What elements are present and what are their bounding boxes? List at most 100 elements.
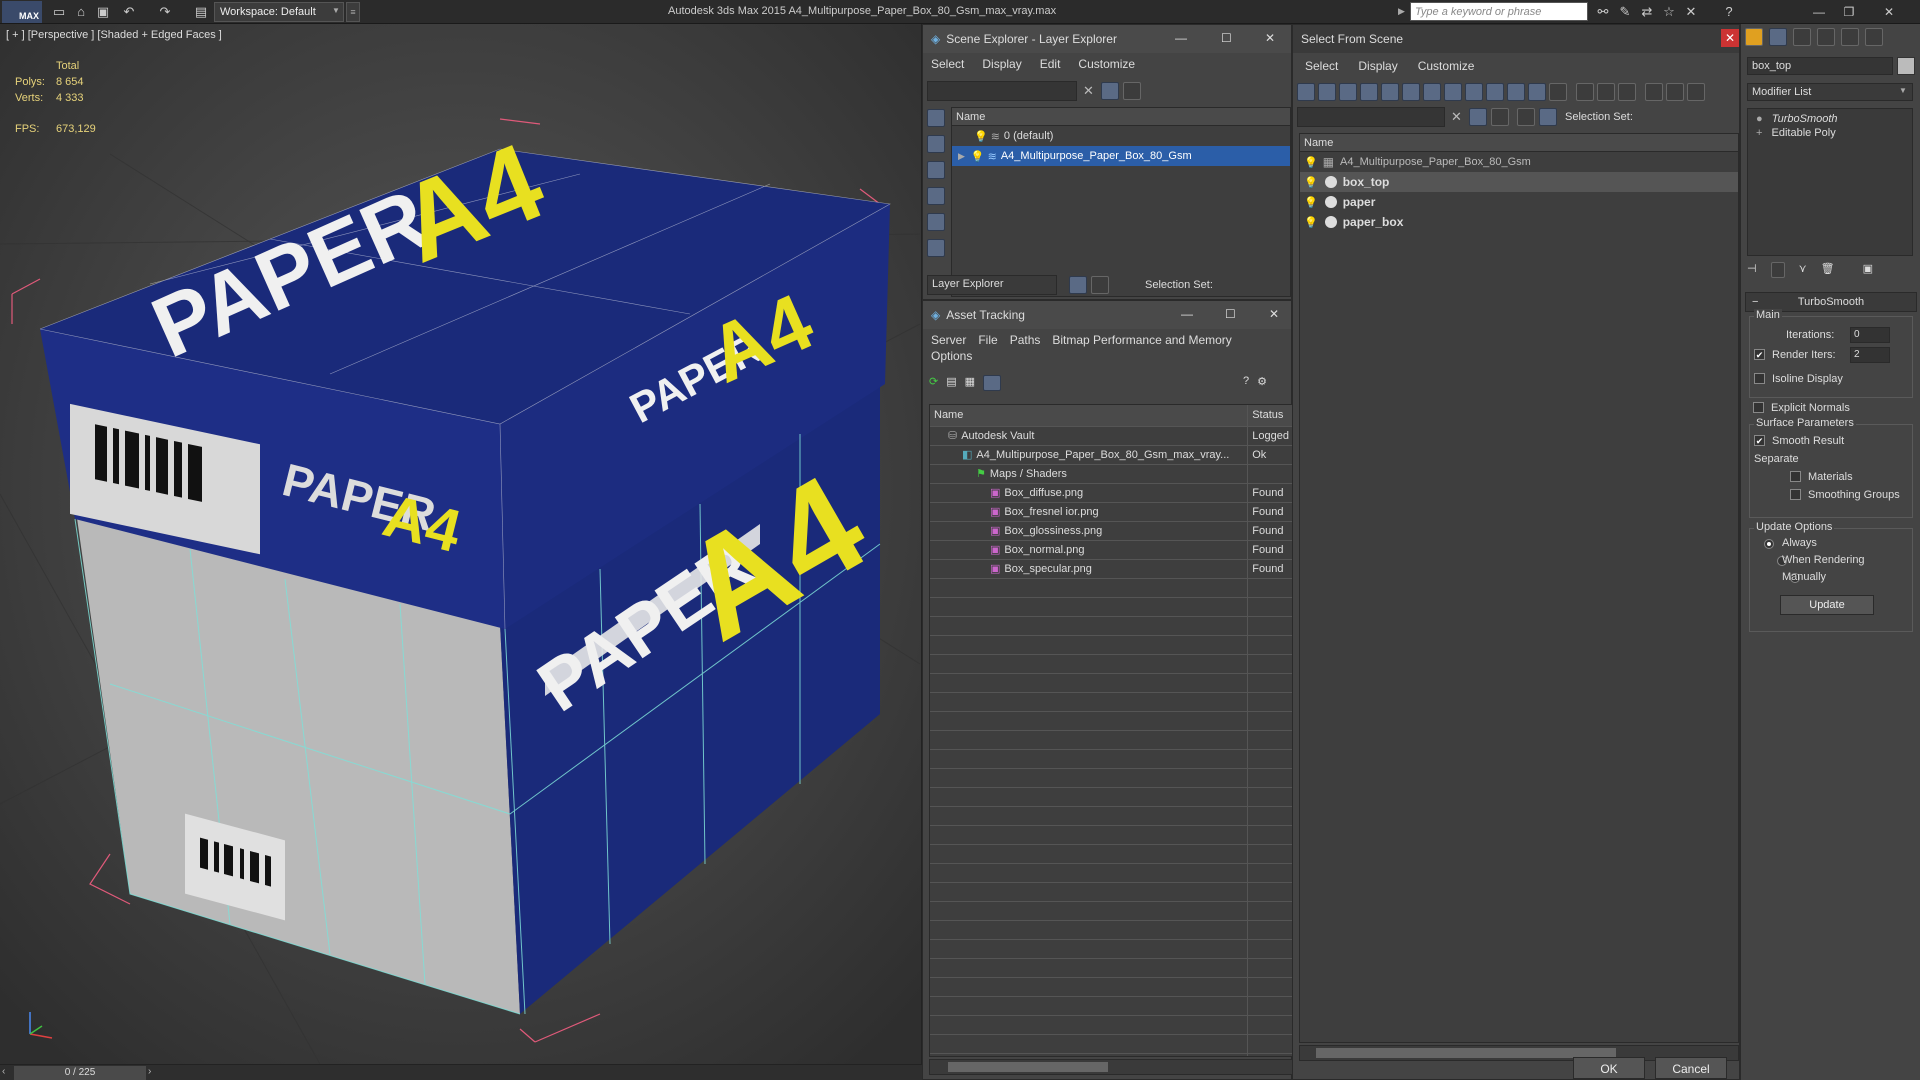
pin-stack-icon[interactable]: ⊣ (1747, 262, 1757, 278)
menu-select[interactable]: Select (931, 57, 964, 71)
display-shapes-icon[interactable] (1318, 83, 1336, 101)
scrollbar-thumb[interactable] (1316, 1048, 1616, 1058)
display-spacewarps-icon[interactable] (1402, 83, 1420, 101)
next-frame-icon[interactable]: › (148, 1066, 151, 1077)
asset-row[interactable]: ◧ A4_Multipurpose_Paper_Box_80_Gsm_max_vr… (930, 446, 1292, 465)
select-none-icon[interactable] (1597, 83, 1615, 101)
asset-row[interactable]: ▣ Box_glossiness.png Found (930, 522, 1292, 541)
scene-explorer-titlebar[interactable]: ◈ Scene Explorer - Layer Explorer — ☐ ✕ (923, 25, 1291, 53)
object-name-input[interactable]: box_top (1747, 57, 1893, 75)
isoline-display-checkbox[interactable] (1754, 373, 1765, 384)
make-unique-icon[interactable]: ⋎ (1799, 262, 1807, 278)
create-tab-icon[interactable] (1745, 28, 1763, 46)
explicit-normals-checkbox[interactable] (1753, 402, 1764, 413)
favorites-icon[interactable]: ☆ (1660, 3, 1678, 21)
maximize-icon[interactable]: ☐ (1221, 31, 1232, 45)
collapse-icon[interactable] (1687, 83, 1705, 101)
minimize-icon[interactable]: — (1175, 31, 1187, 45)
ok-button[interactable]: OK (1573, 1057, 1645, 1079)
thumbnail-view-icon[interactable]: ▦ (965, 375, 975, 391)
menu-bitmap-performance[interactable]: Bitmap Performance and Memory (1052, 333, 1231, 347)
display-tab-icon[interactable] (1841, 28, 1859, 46)
display-frozen-icon[interactable] (1507, 83, 1525, 101)
hierarchy-tab-icon[interactable] (1793, 28, 1811, 46)
filter-icon[interactable] (1101, 82, 1119, 100)
smoothing-groups-checkbox[interactable] (1790, 489, 1801, 500)
select-from-scene-titlebar[interactable]: Select From Scene ✕ (1293, 25, 1739, 53)
search-input[interactable]: Type a keyword or phrase (1410, 2, 1588, 21)
layer-row-default[interactable]: 💡 ≋ 0 (default) (952, 126, 1290, 146)
minimize-icon[interactable]: — (1808, 3, 1830, 21)
display-lights-icon[interactable] (1339, 83, 1357, 101)
object-row-group[interactable]: 💡 ▦ A4_Multipurpose_Paper_Box_80_Gsm (1300, 152, 1738, 172)
lightbulb-icon[interactable]: 💡 (1304, 176, 1318, 189)
show-end-result-icon[interactable] (1770, 262, 1785, 278)
minimize-icon[interactable]: — (1181, 307, 1193, 321)
expand-arrow-icon[interactable]: ▶ (958, 151, 965, 162)
display-groups-icon[interactable] (1423, 83, 1441, 101)
always-radio[interactable] (1764, 539, 1774, 549)
viewport-perspective[interactable]: PAPER A4 PAPER A4 PAPER A4 PAPER A4 [ + … (0, 24, 922, 1064)
clear-search-icon[interactable]: ✕ (1083, 83, 1094, 99)
filter-icon[interactable] (1645, 83, 1663, 101)
redo-icon[interactable]: ↷ (156, 3, 174, 21)
viewport-label[interactable]: [ + ] [Perspective ] [Shaded + Edged Fac… (6, 29, 222, 41)
object-row-box-top[interactable]: 💡 box_top (1300, 172, 1738, 192)
hierarchy-icon[interactable] (1539, 108, 1557, 126)
render-iters-spinner[interactable]: 2 (1850, 347, 1890, 363)
render-iters-checkbox[interactable]: ✔ (1754, 349, 1765, 360)
close-x-icon[interactable]: ✕ (1682, 3, 1700, 21)
close-icon[interactable]: ✕ (1721, 29, 1739, 47)
close-icon[interactable]: ✕ (1878, 3, 1900, 21)
layer-row-paper-box[interactable]: ▶ 💡 ≋ A4_Multipurpose_Paper_Box_80_Gsm (952, 146, 1290, 166)
asset-tracking-titlebar[interactable]: ◈ Asset Tracking — ☐ ✕ (923, 301, 1291, 329)
display-helpers-icon[interactable] (1381, 83, 1399, 101)
close-icon[interactable]: ✕ (1265, 31, 1275, 45)
scrollbar-thumb[interactable] (948, 1062, 1108, 1072)
materials-checkbox[interactable] (1790, 471, 1801, 482)
new-file-icon[interactable]: ▭ (50, 3, 68, 21)
menu-display[interactable]: Display (1358, 59, 1397, 73)
menu-customize[interactable]: Customize (1418, 59, 1475, 73)
search-expand-icon[interactable]: ▶ (1398, 6, 1405, 17)
restore-icon[interactable]: ❐ (1838, 3, 1860, 21)
table-view-icon[interactable] (983, 375, 1002, 391)
explorer-type-dropdown[interactable]: Layer Explorer (927, 275, 1057, 295)
column-header-name[interactable]: Name (952, 108, 1290, 126)
refresh-icon[interactable]: ⟳ (929, 375, 938, 391)
asset-row[interactable]: ▣ Box_fresnel ior.png Found (930, 503, 1292, 522)
display-geometry-icon[interactable] (927, 109, 945, 127)
modifier-list-dropdown[interactable]: Modifier List (1747, 83, 1913, 101)
save-icon[interactable]: ▣ (94, 3, 112, 21)
menu-file[interactable]: File (978, 333, 997, 347)
select-invert-icon[interactable] (1618, 83, 1636, 101)
hierarchy-icon[interactable] (1091, 276, 1109, 294)
list-view-icon[interactable]: ▤ (946, 375, 956, 391)
lightbulb-icon[interactable]: 💡 (971, 150, 985, 163)
menu-edit[interactable]: Edit (1040, 57, 1061, 71)
horizontal-scrollbar[interactable] (929, 1059, 1293, 1075)
maximize-icon[interactable]: ☐ (1225, 307, 1236, 321)
lightbulb-icon[interactable]: 💡 (1304, 216, 1318, 229)
utilities-tab-icon[interactable] (1865, 28, 1883, 46)
iterations-spinner[interactable]: 0 (1850, 327, 1890, 343)
asset-row[interactable]: ▣ Box_diffuse.png Found (930, 484, 1292, 503)
expand-plus-icon[interactable]: + (1756, 127, 1762, 139)
cancel-button[interactable]: Cancel (1655, 1057, 1727, 1079)
modifier-enabled-icon[interactable]: ● (1756, 113, 1763, 125)
display-all-icon[interactable] (1549, 83, 1567, 101)
object-color-swatch[interactable] (1897, 57, 1915, 75)
update-button[interactable]: Update (1780, 595, 1874, 615)
modify-tab-icon[interactable] (1769, 28, 1787, 46)
sync-selection-icon[interactable] (1666, 83, 1684, 101)
layer-icon[interactable] (1517, 108, 1535, 126)
project-folder-icon[interactable]: ▤ (192, 3, 210, 21)
app-logo[interactable]: MAX (2, 1, 42, 23)
remove-modifier-icon[interactable]: 🗑 (1821, 262, 1835, 278)
display-containers-icon[interactable] (1486, 83, 1504, 101)
asset-row[interactable]: ⛁ Autodesk Vault Logged (930, 427, 1292, 446)
clear-search-icon[interactable]: ✕ (1451, 109, 1462, 125)
undo-icon[interactable]: ↶ (120, 3, 138, 21)
display-shapes-icon[interactable] (927, 135, 945, 153)
motion-tab-icon[interactable] (1817, 28, 1835, 46)
